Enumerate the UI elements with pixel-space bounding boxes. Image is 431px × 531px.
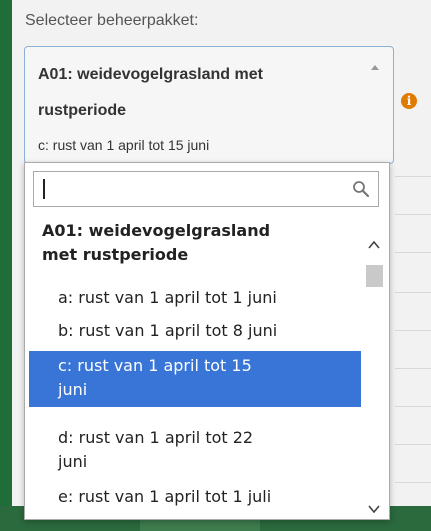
option-item[interactable]: d: rust van 1 april tot 22 juni [29,426,361,474]
text-caret [43,179,45,199]
package-select[interactable]: A01: weidevogelgrasland met rustperiode … [24,46,394,164]
option-item[interactable]: e: rust van 1 april tot 1 juli [29,485,361,509]
option-group-label: A01: weidevogelgrasland met rustperiode [42,221,271,264]
option-item[interactable]: b: rust van 1 april tot 8 juni [29,319,361,343]
scrollbar[interactable] [363,231,385,515]
search-icon [353,181,370,198]
selected-package-subtitle: c: rust van 1 april tot 15 juni [38,137,210,153]
background-map [0,0,12,531]
scrollbar-thumb[interactable] [366,265,383,287]
options-list: A01: weidevogelgrasland met rustperiode … [25,215,361,515]
chevron-down-icon[interactable] [368,503,380,515]
info-icon[interactable]: i [401,93,417,109]
option-item-selected[interactable]: c: rust van 1 april tot 15 juni [29,351,361,407]
option-item[interactable]: a: rust van 1 april tot 1 juni [29,286,361,310]
selected-package-title: A01: weidevogelgrasland met rustperiode [38,66,263,119]
chevron-up-icon[interactable] [368,239,380,251]
package-dropdown: A01: weidevogelgrasland met rustperiode … [24,162,390,520]
search-input[interactable] [33,171,379,207]
chevron-up-icon[interactable] [371,65,379,70]
field-label: Selecteer beheerpakket: [25,12,199,29]
